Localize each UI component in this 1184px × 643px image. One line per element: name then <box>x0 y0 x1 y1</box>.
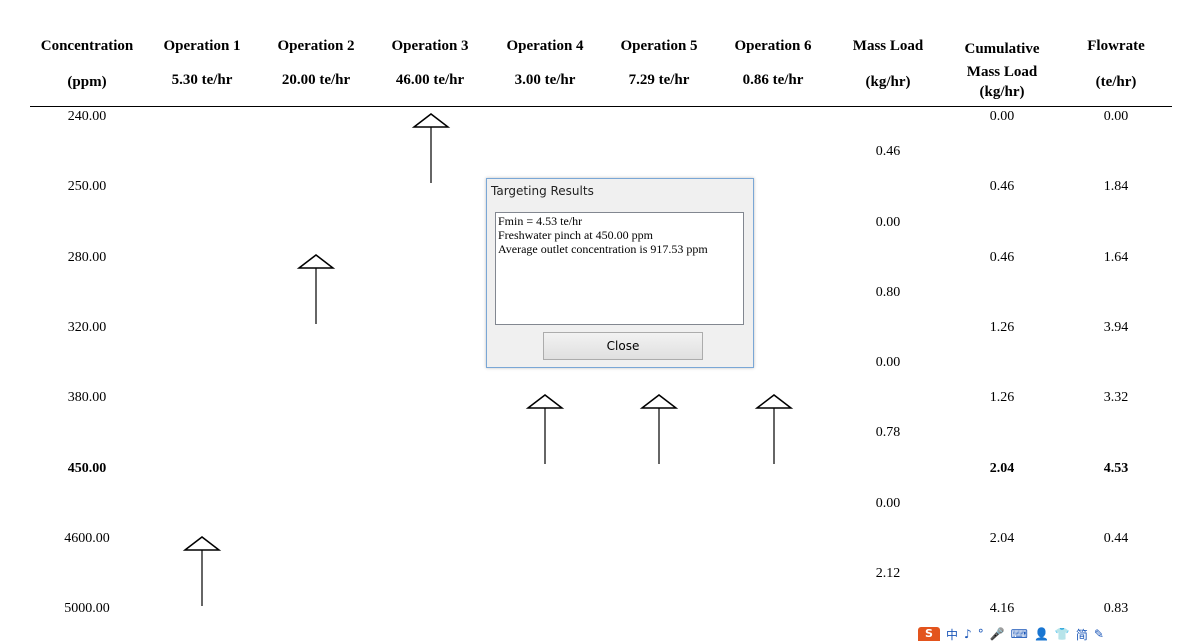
concentration-value: 250.00 <box>67 179 107 194</box>
header-operation-2: Operation 2 20.00 te/hr <box>256 38 376 89</box>
cumulative-mass-load-value: 1.26 <box>989 320 1015 335</box>
operation-2-arrow <box>296 253 336 325</box>
mass-load-value: 0.00 <box>875 355 901 370</box>
header-line: Concentration <box>40 38 134 54</box>
flowrate-value: 3.94 <box>1103 320 1129 335</box>
mass-load-value: 0.78 <box>875 425 901 440</box>
skin-icon[interactable]: 👕 <box>1055 627 1070 641</box>
header-operation-1: Operation 1 5.30 te/hr <box>142 38 262 89</box>
cumulative-mass-load-value: 1.26 <box>989 390 1015 405</box>
concentration-value-pinch: 450.00 <box>67 461 107 476</box>
flowrate-value: 0.83 <box>1103 601 1129 616</box>
header-unit: (te/hr) <box>1095 74 1137 90</box>
header-unit: (kg/hr) <box>865 74 911 90</box>
header-line: Operation 2 <box>277 38 355 54</box>
header-operation-3: Operation 3 46.00 te/hr <box>370 38 490 89</box>
header-flow: 46.00 te/hr <box>395 72 465 88</box>
header-unit: (ppm) <box>67 74 107 90</box>
header-line: Operation 6 <box>734 38 812 54</box>
header-concentration: Concentration (ppm) <box>27 38 147 91</box>
header-line: Operation 5 <box>620 38 698 54</box>
header-flowrate: Flowrate (te/hr) <box>1056 38 1176 91</box>
header-line: Operation 1 <box>163 38 241 54</box>
targeting-results-dialog[interactable]: Targeting Results Fmin = 4.53 te/hr Fres… <box>486 178 754 368</box>
flowrate-value-pinch: 4.53 <box>1103 461 1129 476</box>
chinese-mode-icon[interactable]: 中 <box>946 626 958 643</box>
header-operation-5: Operation 5 7.29 te/hr <box>599 38 719 89</box>
tools-icon[interactable]: ✎ <box>1094 627 1104 641</box>
operation-3-arrow <box>411 112 451 184</box>
mass-load-value: 0.00 <box>875 215 901 230</box>
header-flow: 5.30 te/hr <box>171 72 233 88</box>
concentration-value: 5000.00 <box>64 601 110 616</box>
ime-toolbar[interactable]: S 中 ♪ ° 🎤 ⌨ 👤 👕 简 ✎ <box>918 626 1104 643</box>
pinch-text: Freshwater pinch at 450.00 ppm <box>498 228 653 242</box>
header-flow: 20.00 te/hr <box>281 72 351 88</box>
flowrate-value: 1.64 <box>1103 250 1129 265</box>
concentration-value: 240.00 <box>67 109 107 124</box>
microphone-icon[interactable]: 🎤 <box>990 627 1005 641</box>
mass-load-value: 0.46 <box>875 144 901 159</box>
operation-4-arrow <box>525 393 565 465</box>
cumulative-mass-load-value: 0.46 <box>989 250 1015 265</box>
header-line: Mass Load <box>966 64 1038 80</box>
cumulative-mass-load-value: 0.46 <box>989 179 1015 194</box>
simplified-icon[interactable]: 简 <box>1076 626 1088 643</box>
header-unit: (kg/hr) <box>979 84 1025 100</box>
close-button[interactable]: Close <box>543 332 703 360</box>
flowrate-value: 0.00 <box>1103 109 1129 124</box>
header-cumulative-mass-load: Cumulative Mass Load (kg/hr) <box>942 38 1062 101</box>
operation-1-arrow <box>182 535 222 607</box>
outlet-concentration-text: Average outlet concentration is 917.53 p… <box>498 242 708 256</box>
user-icon[interactable]: 👤 <box>1034 627 1049 641</box>
header-mass-load: Mass Load (kg/hr) <box>828 38 948 91</box>
fmin-text: Fmin = 4.53 te/hr <box>498 214 583 228</box>
concentration-value: 380.00 <box>67 390 107 405</box>
operation-6-arrow <box>754 393 794 465</box>
punctuation-icon[interactable]: ♪ <box>964 627 972 641</box>
cumulative-mass-load-value: 2.04 <box>989 531 1015 546</box>
cumulative-mass-load-value: 0.00 <box>989 109 1015 124</box>
concentration-value: 4600.00 <box>64 531 110 546</box>
flowrate-value: 0.44 <box>1103 531 1129 546</box>
flowrate-value: 1.84 <box>1103 179 1129 194</box>
header-line: Flowrate <box>1087 38 1145 54</box>
results-textbox[interactable]: Fmin = 4.53 te/hr Freshwater pinch at 45… <box>495 212 744 325</box>
dialog-title: Targeting Results <box>491 184 594 198</box>
cumulative-mass-load-value-pinch: 2.04 <box>989 461 1015 476</box>
header-operation-6: Operation 6 0.86 te/hr <box>713 38 833 89</box>
mass-load-value: 0.00 <box>875 496 901 511</box>
header-line: Operation 3 <box>391 38 469 54</box>
mass-load-value: 0.80 <box>875 285 901 300</box>
header-operation-4: Operation 4 3.00 te/hr <box>485 38 605 89</box>
mass-load-value: 2.12 <box>875 566 901 581</box>
header-line: Mass Load <box>852 38 924 54</box>
concentration-value: 280.00 <box>67 250 107 265</box>
operation-5-arrow <box>639 393 679 465</box>
sogou-logo-icon[interactable]: S <box>918 627 940 641</box>
keyboard-icon[interactable]: ⌨ <box>1011 627 1028 641</box>
fullwidth-icon[interactable]: ° <box>978 627 984 641</box>
cumulative-mass-load-value: 4.16 <box>989 601 1015 616</box>
flowrate-value: 3.32 <box>1103 390 1129 405</box>
header-line: Cumulative <box>964 41 1040 57</box>
header-flow: 0.86 te/hr <box>742 72 804 88</box>
header-flow: 7.29 te/hr <box>628 72 690 88</box>
header-line: Operation 4 <box>506 38 584 54</box>
header-flow: 3.00 te/hr <box>514 72 576 88</box>
concentration-value: 320.00 <box>67 320 107 335</box>
header-divider <box>30 106 1172 107</box>
